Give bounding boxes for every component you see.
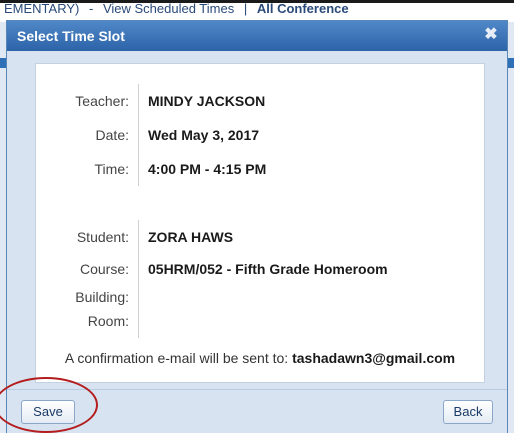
room-row: Room: (36, 304, 484, 338)
slot-details-panel: Teacher: MINDY JACKSON Date: Wed May 3, … (35, 63, 485, 383)
course-row: Course: 05HRM/052 - Fifth Grade Homeroom (36, 252, 484, 286)
dialog-titlebar[interactable]: Select Time Slot ✖ (7, 21, 507, 51)
background-link-all-conference[interactable]: All Conference (257, 1, 349, 16)
teacher-value: MINDY JACKSON (148, 93, 266, 109)
room-divider (138, 304, 139, 338)
student-value: ZORA HAWS (148, 229, 234, 245)
teacher-row: Teacher: MINDY JACKSON (36, 84, 484, 118)
dialog-title: Select Time Slot (17, 28, 125, 44)
date-label: Date: (95, 127, 129, 143)
building-row: Building: (36, 280, 484, 314)
confirmation-message: A confirmation e-mail will be sent to: t… (36, 350, 484, 366)
background-header: EMENTARY) - View Scheduled Times | All C… (0, 0, 514, 22)
course-label: Course: (79, 261, 129, 277)
time-row: Time: 4:00 PM - 4:15 PM (36, 152, 484, 186)
background-header-school: EMENTARY) (4, 1, 80, 16)
student-divider (138, 220, 139, 254)
date-value: Wed May 3, 2017 (148, 127, 260, 143)
time-value: 4:00 PM - 4:15 PM (148, 161, 267, 177)
teacher-divider (138, 84, 139, 118)
background-link-view-scheduled-times[interactable]: View Scheduled Times (103, 1, 234, 16)
background-top-line (0, 0, 514, 3)
time-divider (138, 152, 139, 186)
select-time-slot-dialog: Select Time Slot ✖ Teacher: MINDY JACKSO… (6, 20, 508, 433)
teacher-label: Teacher: (75, 93, 129, 109)
date-divider (138, 118, 139, 152)
background-header-separator-dash: - (88, 1, 97, 16)
room-label: Room: (87, 313, 129, 329)
student-label: Student: (76, 229, 129, 245)
student-row: Student: ZORA HAWS (36, 220, 484, 254)
confirmation-text: A confirmation e-mail will be sent to: (64, 350, 289, 366)
dialog-footer: Save Back (7, 389, 507, 433)
background-right-strip (508, 22, 514, 433)
course-value: 05HRM/052 - Fifth Grade Homeroom (148, 261, 388, 277)
time-label: Time: (94, 161, 129, 177)
building-label: Building: (75, 289, 129, 305)
back-button[interactable]: Back (443, 400, 493, 424)
background-header-separator: | (243, 1, 248, 16)
background-right-blue-bar (508, 58, 514, 68)
close-icon[interactable]: ✖ (483, 27, 499, 43)
save-button[interactable]: Save (21, 400, 75, 424)
date-row: Date: Wed May 3, 2017 (36, 118, 484, 152)
confirmation-email: tashadawn3@gmail.com (292, 350, 456, 366)
